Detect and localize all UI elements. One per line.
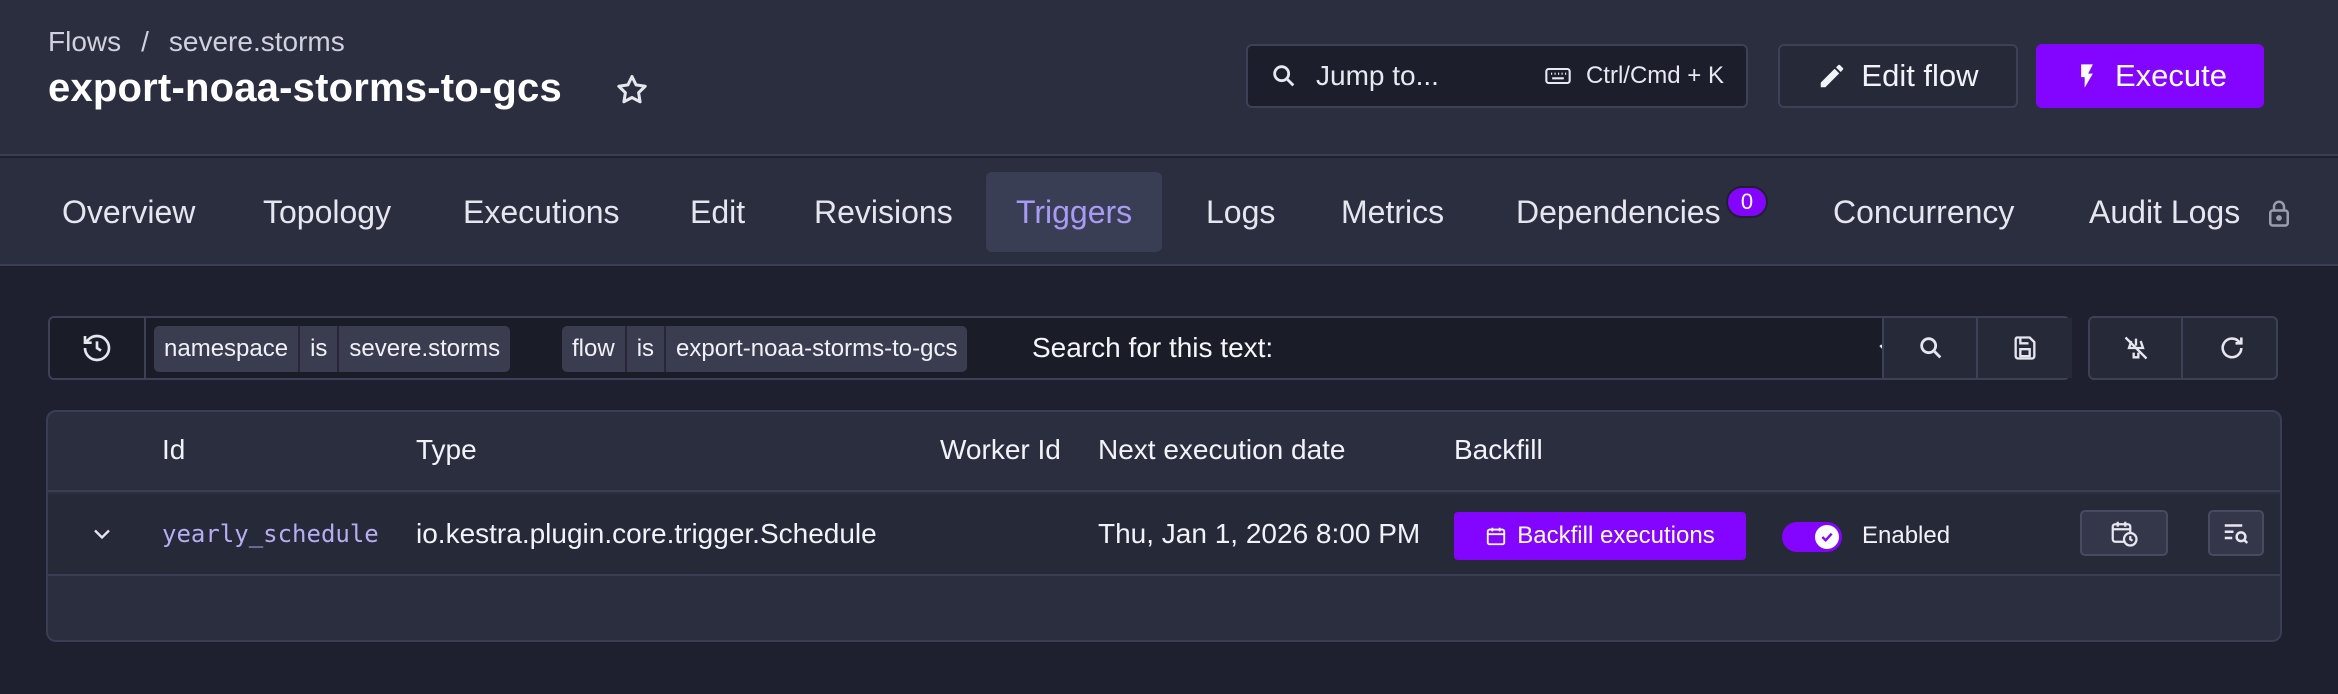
dependencies-count-badge: 0 (1726, 186, 1768, 218)
refresh-icon (2220, 337, 2243, 359)
filter-bar: namespace is severe.storms flow is expor… (48, 316, 2072, 380)
filter-field: flow (572, 335, 615, 362)
filter-field: namespace (164, 335, 289, 362)
no-trigger-icon (2124, 336, 2147, 360)
search-icon (1920, 337, 1942, 359)
execute-label: Execute (2114, 58, 2227, 93)
breadcrumb-namespace[interactable]: severe.storms (169, 26, 345, 58)
enabled-label: Enabled (1862, 522, 1951, 549)
toggle-triggers-button[interactable] (2090, 318, 2183, 378)
backfill-executions-button[interactable]: Backfill executions (1454, 512, 1746, 560)
breadcrumb-separator: / (141, 26, 149, 57)
search-list-icon (2224, 524, 2249, 544)
filter-history-button[interactable] (50, 318, 146, 378)
table-empty-space (48, 578, 2280, 640)
tab-logs[interactable]: Logs (1176, 172, 1305, 252)
schedule-button[interactable] (2080, 510, 2168, 556)
keyboard-icon (1545, 67, 1571, 85)
tab-overview[interactable]: Overview (32, 172, 225, 252)
breadcrumb: Flows / severe.storms (48, 26, 345, 58)
edit-flow-label: Edit flow (1861, 58, 1979, 93)
filter-chip-flow[interactable]: flow is export-noaa-storms-to-gcs (562, 326, 968, 372)
chevron-down-icon[interactable] (88, 520, 116, 548)
filter-value: severe.storms (349, 335, 501, 362)
trigger-logs-button[interactable] (2208, 510, 2264, 556)
lock-icon (2269, 200, 2289, 227)
check-icon (1821, 532, 1833, 543)
column-header-type: Type (416, 434, 477, 465)
search-button[interactable] (1882, 318, 1978, 378)
enabled-toggle[interactable] (1782, 522, 1842, 552)
tab-executions[interactable]: Executions (433, 172, 650, 252)
tab-topology[interactable]: Topology (233, 172, 421, 252)
table-header: Id Type Worker Id Next execution date Ba… (48, 412, 2280, 492)
execute-button[interactable]: Execute (2036, 44, 2264, 108)
jump-to-label: Jump to... (1316, 60, 1439, 91)
tab-dependencies[interactable]: Dependencies (1486, 172, 1751, 252)
triggers-table: Id Type Worker Id Next execution date Ba… (46, 410, 2282, 642)
flow-header: Flows / severe.storms export-noaa-storms… (0, 0, 2338, 156)
column-header-next-execution: Next execution date (1098, 434, 1346, 465)
column-header-id: Id (162, 434, 186, 465)
search-icon (1273, 65, 1295, 87)
table-row[interactable]: yearly_schedule io.kestra.plugin.core.tr… (48, 494, 2280, 576)
keyboard-shortcut: Ctrl/Cmd + K (1585, 62, 1724, 89)
tab-audit-logs[interactable]: Audit Logs (2059, 172, 2270, 252)
lightning-icon (2081, 64, 2093, 88)
refresh-button[interactable] (2185, 318, 2278, 378)
tab-metrics[interactable]: Metrics (1311, 172, 1474, 252)
calendar-icon (1487, 527, 1506, 546)
star-icon[interactable] (614, 72, 650, 108)
filter-operator: is (636, 335, 655, 362)
tab-edit[interactable]: Edit (660, 172, 775, 252)
edit-flow-button[interactable]: Edit flow (1778, 44, 2018, 108)
save-icon (2014, 336, 2036, 360)
history-icon (83, 334, 111, 362)
next-execution-date: Thu, Jan 1, 2026 8:00 PM (1098, 518, 1421, 549)
calendar-clock-icon (2111, 521, 2138, 547)
column-header-backfill: Backfill (1454, 434, 1543, 465)
table-actions (2088, 316, 2278, 380)
tab-concurrency[interactable]: Concurrency (1803, 172, 2044, 252)
breadcrumb-flows-link[interactable]: Flows (48, 26, 121, 58)
page-title: export-noaa-storms-to-gcs (48, 66, 562, 110)
search-input[interactable]: Search for this text: (1032, 332, 1273, 364)
toggle-knob (1815, 525, 1839, 549)
tab-triggers[interactable]: Triggers (986, 172, 1163, 252)
backfill-label: Backfill executions (1517, 522, 1715, 549)
filter-operator: is (310, 335, 328, 362)
column-header-worker: Worker Id (940, 434, 1061, 465)
filter-value: export-noaa-storms-to-gcs (676, 335, 958, 362)
filter-chip-namespace[interactable]: namespace is severe.storms (154, 326, 511, 372)
jump-to-search[interactable]: Jump to... Ctrl/Cmd + K (1246, 44, 1748, 108)
tab-revisions[interactable]: Revisions (784, 172, 983, 252)
flow-tabs: Overview Topology Executions Edit Revisi… (0, 158, 2338, 266)
trigger-id: yearly_schedule (162, 520, 379, 548)
save-filter-button[interactable] (1976, 318, 2072, 378)
trigger-type: io.kestra.plugin.core.trigger.Schedule (416, 518, 877, 549)
pencil-icon (1821, 64, 1844, 88)
